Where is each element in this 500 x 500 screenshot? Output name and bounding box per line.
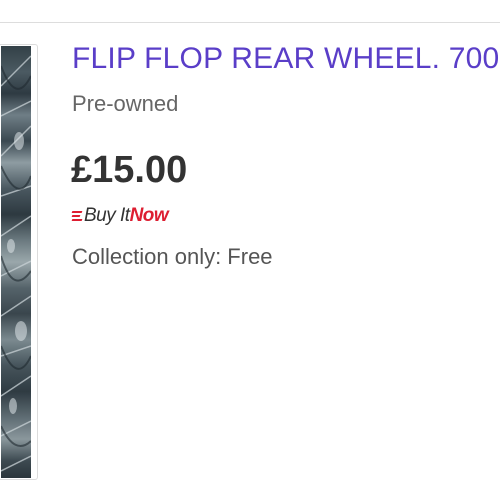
- listing-title-link[interactable]: FLIP FLOP REAR WHEEL. 700: [72, 41, 499, 77]
- listing-condition: Pre-owned: [72, 91, 179, 116]
- listing-thumbnail-frame[interactable]: [0, 44, 38, 480]
- top-divider: [0, 22, 500, 23]
- now-label: Now: [129, 205, 169, 226]
- buy-it-now-lines-icon: [71, 209, 83, 223]
- listing-price: £15.00: [71, 149, 188, 191]
- shipping-info: Collection only: Free: [72, 244, 273, 269]
- buy-it-label: Buy It: [84, 205, 130, 226]
- buy-it-now-badge: Buy It Now: [71, 203, 169, 229]
- listing-thumbnail-image[interactable]: [1, 46, 31, 478]
- listing-page: FLIP FLOP REAR WHEEL. 700 Pre-owned £15.…: [0, 0, 500, 500]
- wheel-photo-icon: [1, 55, 31, 472]
